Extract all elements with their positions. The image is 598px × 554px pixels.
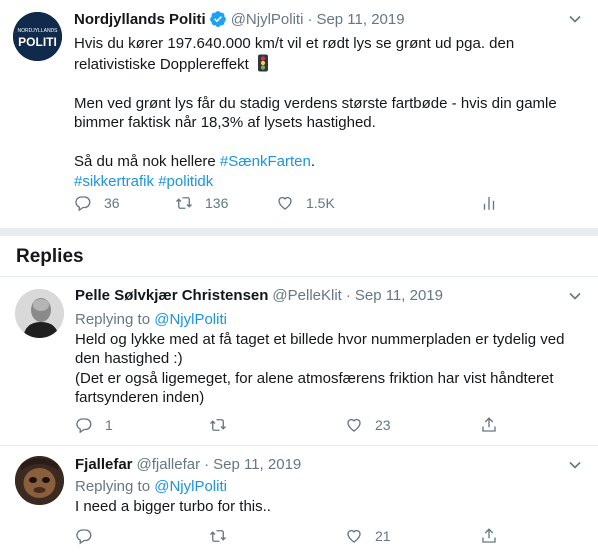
avatar-fjallefar[interactable] bbox=[15, 456, 64, 505]
tweet-header: Nordjyllands Politi @NjylPoliti · Sep 11… bbox=[74, 10, 405, 28]
tweet-line: Hvis du kører 197.640.000 km/t vil et rø… bbox=[74, 35, 515, 52]
like-icon bbox=[278, 196, 292, 210]
author-name[interactable]: Pelle Sølvkjær Christensen bbox=[75, 287, 268, 304]
reply-tweet[interactable]: Pelle Sølvkjær Christensen @PelleKlit · … bbox=[0, 277, 598, 445]
user-photo-icon bbox=[15, 289, 64, 338]
reply-icon bbox=[76, 418, 92, 434]
retweet-count: 136 bbox=[205, 195, 229, 211]
author-name[interactable]: Fjallefar bbox=[75, 456, 133, 473]
tweet-text: Hvis du kører 197.640.000 km/t vil et rø… bbox=[74, 34, 584, 191]
tweet-spacer bbox=[74, 133, 584, 153]
like-count: 21 bbox=[375, 528, 391, 544]
svg-text:POLITI: POLITI bbox=[18, 35, 57, 49]
author-name[interactable]: Nordjyllands Politi bbox=[74, 11, 206, 28]
like-button[interactable]: 1.5K bbox=[276, 194, 335, 212]
tweet-header: Fjallefar @fjallefar · Sep 11, 2019 bbox=[75, 456, 301, 473]
tweet-line: fartsynderen inden) bbox=[75, 389, 205, 406]
traffic-light-icon bbox=[257, 54, 268, 71]
hashtag-saenkfarten[interactable]: #SænkFarten bbox=[220, 153, 311, 170]
tweet-header: Pelle Sølvkjær Christensen @PelleKlit · … bbox=[75, 287, 443, 304]
verified-badge-icon bbox=[209, 11, 226, 27]
retweet-icon bbox=[210, 419, 226, 431]
hashtag-politidk[interactable]: #politidk bbox=[158, 173, 213, 190]
replying-to-handle[interactable]: @NjylPoliti bbox=[154, 478, 227, 495]
police-logo-icon: NORDJYLLANDS POLITI bbox=[13, 12, 62, 61]
share-icon bbox=[482, 417, 496, 432]
like-button[interactable]: 21 bbox=[345, 527, 391, 545]
avatar-nordjyllands-politi[interactable]: NORDJYLLANDS POLITI bbox=[13, 12, 62, 61]
svg-text:NORDJYLLANDS: NORDJYLLANDS bbox=[17, 28, 58, 34]
caret-down-icon[interactable] bbox=[568, 289, 582, 303]
tweet-line: bimmer faktisk når 18,3% af lysets hasti… bbox=[74, 114, 376, 131]
tweet-line: (Det er også ligemeget, for alene atmosf… bbox=[75, 369, 554, 387]
avatar-pelle[interactable] bbox=[15, 289, 64, 338]
tweet-date[interactable]: Sep 11, 2019 bbox=[316, 11, 404, 28]
tweet-line: Held og lykke med at få taget et billede… bbox=[75, 330, 565, 348]
tweet-line: den hastighed :) bbox=[75, 350, 183, 367]
reply-button[interactable]: 36 bbox=[74, 194, 120, 212]
retweet-button[interactable]: 136 bbox=[175, 194, 228, 212]
caret-down-icon[interactable] bbox=[568, 458, 582, 472]
author-handle[interactable]: @fjallefar bbox=[137, 456, 201, 473]
like-count: 1.5K bbox=[306, 195, 335, 211]
reply-button[interactable] bbox=[75, 527, 93, 545]
share-icon bbox=[482, 528, 496, 543]
author-handle[interactable]: @NjylPoliti bbox=[231, 11, 304, 28]
reply-count: 1 bbox=[105, 417, 113, 433]
replying-to-handle[interactable]: @NjylPoliti bbox=[154, 311, 227, 328]
tweet-spacer bbox=[74, 74, 584, 94]
tweet-line: relativistiske Dopplereffekt bbox=[74, 54, 584, 75]
reply-icon bbox=[76, 529, 92, 545]
reply-tweet[interactable]: Fjallefar @fjallefar · Sep 11, 2019 Repl… bbox=[0, 446, 598, 554]
like-icon bbox=[347, 418, 361, 432]
tweet-line: Men ved grønt lys får du stadig verdens … bbox=[74, 94, 557, 112]
reply-button[interactable]: 1 bbox=[75, 416, 113, 434]
tweet-date[interactable]: Sep 11, 2019 bbox=[355, 287, 443, 304]
retweet-button[interactable] bbox=[209, 527, 227, 545]
separator-dot: · bbox=[345, 287, 351, 304]
hashtag-sikkertrafik[interactable]: #sikkertrafik bbox=[74, 173, 154, 190]
caret-down-icon[interactable] bbox=[568, 12, 582, 26]
tweet-line: #sikkertrafik #politidk bbox=[74, 172, 584, 192]
share-button[interactable] bbox=[480, 416, 498, 434]
section-separator bbox=[0, 228, 598, 236]
author-handle[interactable]: @PelleKlit bbox=[272, 287, 341, 304]
tweet-text: Replying to @NjylPoliti I need a bigger … bbox=[75, 477, 585, 516]
separator-dot: · bbox=[307, 10, 313, 28]
tweet-date[interactable]: Sep 11, 2019 bbox=[213, 456, 301, 473]
user-photo-icon bbox=[15, 456, 64, 505]
replying-to: Replying to @NjylPoliti bbox=[75, 478, 227, 495]
share-button[interactable] bbox=[480, 527, 498, 545]
retweet-icon bbox=[210, 530, 226, 542]
tweet-text: Replying to @NjylPoliti Held og lykke me… bbox=[75, 310, 585, 408]
reply-count: 36 bbox=[104, 195, 120, 211]
reply-icon bbox=[75, 196, 91, 212]
analytics-icon bbox=[483, 197, 495, 210]
like-icon bbox=[347, 529, 361, 543]
tweet-line: Så du må nok hellere #SænkFarten. bbox=[74, 153, 315, 170]
tweet-actions: 21 bbox=[75, 527, 585, 547]
analytics-button[interactable] bbox=[480, 194, 498, 212]
like-count: 23 bbox=[375, 417, 391, 433]
tweet-actions: 36 136 1.5K bbox=[74, 194, 584, 214]
replying-to: Replying to @NjylPoliti bbox=[75, 311, 227, 328]
replies-heading: Replies bbox=[16, 246, 84, 267]
retweet-icon bbox=[176, 197, 192, 209]
separator-dot: · bbox=[204, 456, 210, 473]
tweet-actions: 1 23 bbox=[75, 416, 585, 436]
tweet-line: I need a bigger turbo for this.. bbox=[75, 497, 271, 515]
like-button[interactable]: 23 bbox=[345, 416, 391, 434]
main-tweet[interactable]: NORDJYLLANDS POLITI Nordjyllands Politi … bbox=[0, 0, 598, 228]
retweet-button[interactable] bbox=[209, 416, 227, 434]
